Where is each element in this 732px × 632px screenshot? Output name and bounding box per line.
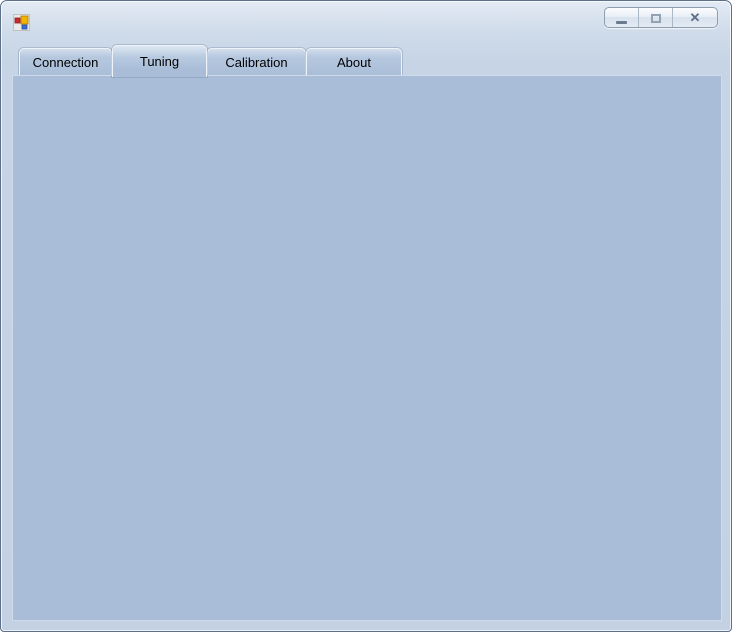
tuning-tab-page [12,75,722,621]
caption-button-group: ✕ [604,7,718,28]
close-icon: ✕ [690,11,701,24]
tab-calibration-label: Calibration [225,55,287,70]
app-icon [13,14,30,31]
tab-about-label: About [337,55,371,70]
tab-tuning[interactable]: Tuning [112,45,207,77]
app-window: ✕ Connection Tuning Calibration About El… [0,0,732,632]
tab-about[interactable]: About [306,48,402,76]
tab-calibration[interactable]: Calibration [207,48,306,76]
tab-tuning-label: Tuning [140,54,179,69]
tab-connection-label: Connection [33,55,99,70]
minimize-button[interactable] [605,8,639,27]
minimize-icon [616,21,627,24]
title-bar[interactable]: ✕ [1,1,731,39]
close-button[interactable]: ✕ [673,8,717,27]
tab-connection[interactable]: Connection [19,48,112,76]
maximize-button[interactable] [639,8,673,27]
maximize-icon [651,14,661,23]
